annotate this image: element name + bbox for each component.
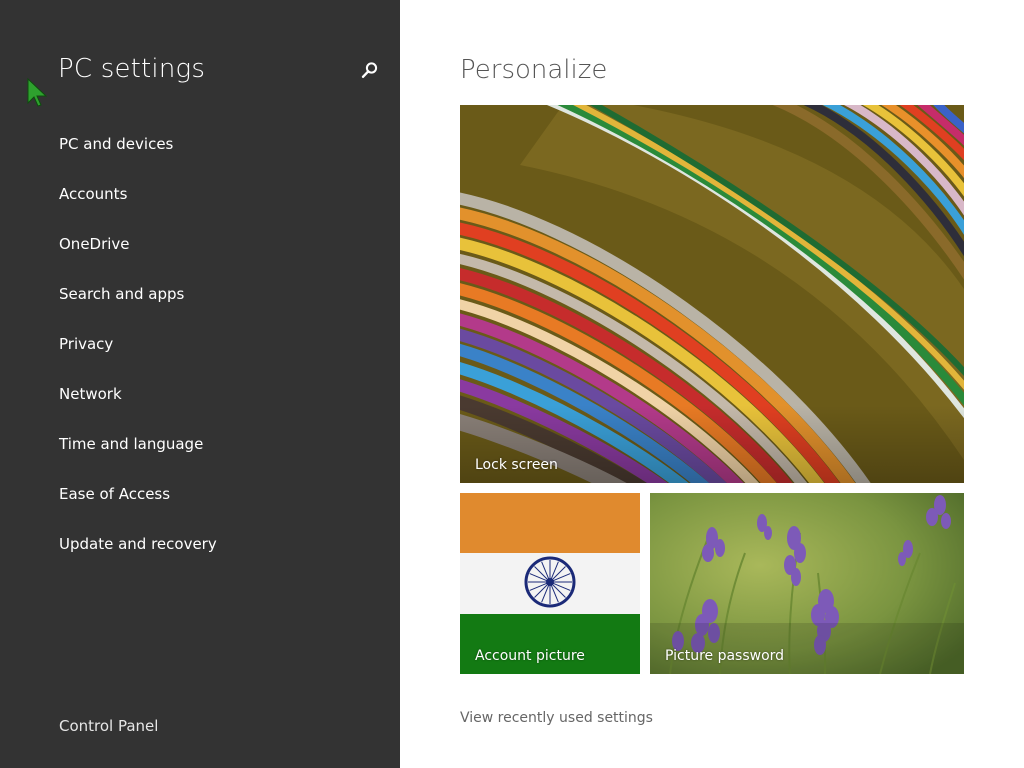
sidebar-item-update-and-recovery[interactable]: Update and recovery [59, 534, 217, 584]
sidebar-item-pc-and-devices[interactable]: PC and devices [59, 134, 217, 184]
account-picture-tile[interactable]: Account picture [460, 493, 640, 674]
lock-screen-image [460, 105, 964, 483]
lock-screen-label: Lock screen [475, 457, 558, 473]
sidebar-item-ease-of-access[interactable]: Ease of Access [59, 484, 217, 534]
view-recent-settings-link[interactable]: View recently used settings [460, 710, 653, 726]
page-title: Personalize [460, 55, 608, 85]
lock-screen-tile[interactable]: Lock screen [460, 105, 964, 483]
sidebar-nav: PC and devices Accounts OneDrive Search … [59, 134, 217, 584]
search-icon[interactable] [361, 61, 379, 79]
lavender-image [650, 493, 964, 674]
sidebar-item-accounts[interactable]: Accounts [59, 184, 217, 234]
control-panel-link[interactable]: Control Panel [59, 717, 158, 735]
account-picture-label: Account picture [475, 648, 585, 664]
indian-flag-image [460, 493, 640, 674]
sidebar-item-search-and-apps[interactable]: Search and apps [59, 284, 217, 334]
sidebar-title: PC settings [58, 54, 206, 84]
picture-password-label: Picture password [665, 648, 785, 664]
sidebar-item-privacy[interactable]: Privacy [59, 334, 217, 384]
picture-password-tile[interactable]: Picture password [650, 493, 964, 674]
sidebar-item-time-and-language[interactable]: Time and language [59, 434, 217, 484]
main-panel: Personalize Lock screen Account picture … [400, 0, 1024, 768]
sidebar-item-network[interactable]: Network [59, 384, 217, 434]
mouse-cursor-icon [27, 77, 48, 107]
sidebar: PC settings PC and devices Accounts OneD… [0, 0, 400, 768]
sidebar-item-onedrive[interactable]: OneDrive [59, 234, 217, 284]
